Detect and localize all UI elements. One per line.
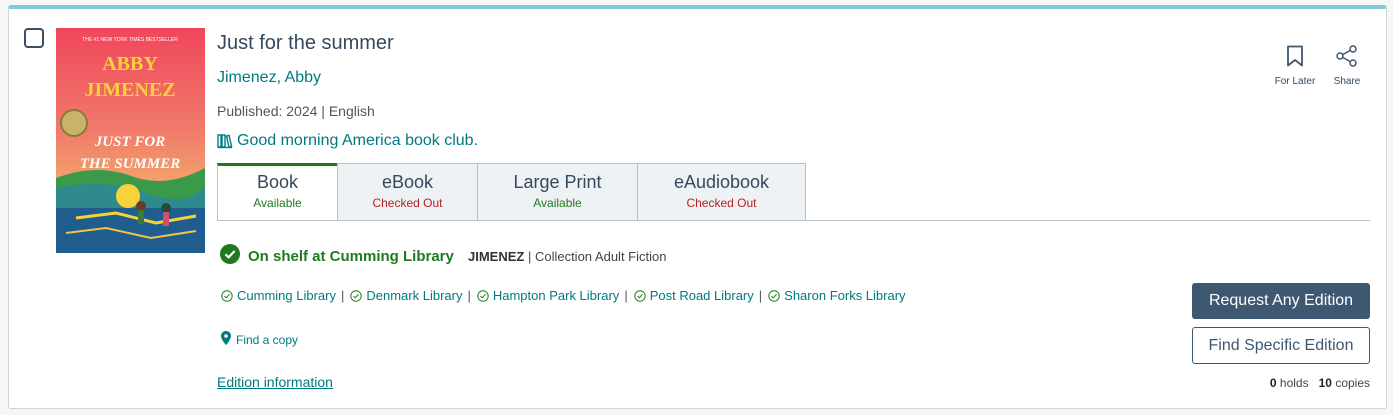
for-later-label: For Later [1274,76,1316,87]
library-books-icon [217,133,233,149]
check-circle-outline-icon [634,289,646,302]
check-circle-outline-icon [350,289,363,302]
library-list: Cumming Library | Denmark Library | Hamp… [221,288,906,303]
on-shelf-label: On shelf at Cumming Library [248,247,454,265]
book-cover[interactable]: THE #1 NEW YORK TIMES BESTSELLER ABBY JI… [56,28,205,253]
series-link[interactable]: Good morning America book club. [217,132,478,150]
share-button[interactable]: Share [1327,45,1367,87]
map-pin-icon [221,331,231,348]
on-shelf-status: On shelf at Cumming Library [220,244,454,268]
separator: | [467,288,471,303]
library-link-cumming[interactable]: Cumming Library [221,288,336,303]
bookmark-icon [1286,45,1304,71]
find-copy-link[interactable]: Find a copy [221,331,298,348]
tab-format-book[interactable]: Book Available [217,163,338,221]
library-link-denmark[interactable]: Denmark Library [350,288,462,303]
tab-format-ebook[interactable]: eBook Checked Out [337,163,478,221]
library-name: Cumming Library [237,288,336,303]
library-link-post-road[interactable]: Post Road Library [634,288,754,303]
separator: | [758,288,763,303]
for-later-button[interactable]: For Later [1268,45,1322,87]
cover-title-line2: THE SUMMER [80,156,180,172]
separator: | [340,288,345,303]
publication-info: Published: 2024 | English [217,103,375,119]
format-label: eBook [381,172,434,192]
format-status: Checked Out [686,196,757,210]
tab-format-large-print[interactable]: Large Print Available [477,163,638,221]
tab-format-eaudiobook[interactable]: eAudiobook Checked Out [637,163,806,221]
library-link-sharon-forks[interactable]: Sharon Forks Library [768,288,906,303]
copies-label: copies [1335,376,1370,390]
call-number: JIMENEZ [468,249,525,264]
format-label: Large Print [513,172,602,192]
format-label: eAudiobook [673,172,770,192]
copies-count: 10 [1318,376,1332,390]
format-status: Available [533,196,582,210]
library-name: Denmark Library [366,288,463,303]
library-name: Hampton Park Library [492,288,620,303]
format-tabs: Book Available eBook Checked Out Large P… [217,163,806,221]
find-specific-edition-button[interactable]: Find Specific Edition [1192,327,1370,364]
call-number-info: JIMENEZ | Collection Adult Fiction [468,249,666,264]
cover-author-line1: ABBY [102,53,158,75]
check-circle-outline-icon [477,289,489,302]
format-label: Book [256,172,299,192]
series-label: Good morning America book club. [237,132,479,149]
check-circle-icon [220,244,240,268]
cover-tagline: THE #1 NEW YORK TIMES BESTSELLER [82,37,178,43]
cover-author-line2: JIMENEZ [84,79,175,101]
share-icon [1335,45,1359,71]
holds-count: 0 [1269,376,1277,390]
book-title[interactable]: Just for the summer [217,32,394,55]
tabs-divider [217,220,1370,221]
select-checkbox[interactable] [24,28,44,48]
edition-information-link[interactable]: Edition information [217,374,333,390]
search-result-card: THE #1 NEW YORK TIMES BESTSELLER ABBY JI… [8,5,1387,409]
request-any-edition-button[interactable]: Request Any Edition [1192,283,1370,319]
holds-copies-count: 0 holds 10 copies [1270,376,1370,390]
library-name: Sharon Forks Library [784,288,906,303]
format-status: Checked Out [372,196,443,210]
library-name: Post Road Library [649,288,754,303]
holds-label: holds [1279,376,1309,390]
check-circle-outline-icon [221,289,233,302]
collection-label: | Collection Adult Fiction [524,249,667,264]
author-link[interactable]: Jimenez, Abby [217,69,321,87]
cover-title-line1: JUST FOR [94,134,165,150]
check-circle-outline-icon [768,289,780,302]
find-copy-label: Find a copy [236,332,299,347]
separator: | [624,288,628,303]
library-link-hampton-park[interactable]: Hampton Park Library [477,288,619,303]
share-label: Share [1333,76,1361,87]
format-status: Available [253,196,302,210]
